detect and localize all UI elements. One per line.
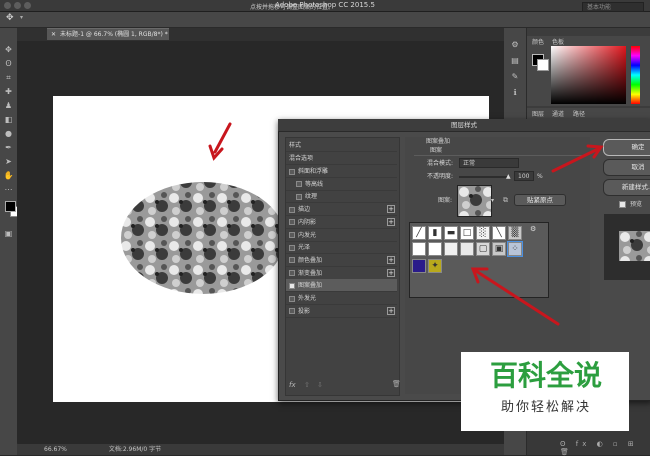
red-arrow-to-ok — [551, 144, 604, 173]
red-arrow-to-picker — [470, 267, 560, 326]
watermark-subtitle: 助你轻松解决 — [500, 400, 591, 415]
watermark-title: 百科全说 — [489, 359, 602, 392]
